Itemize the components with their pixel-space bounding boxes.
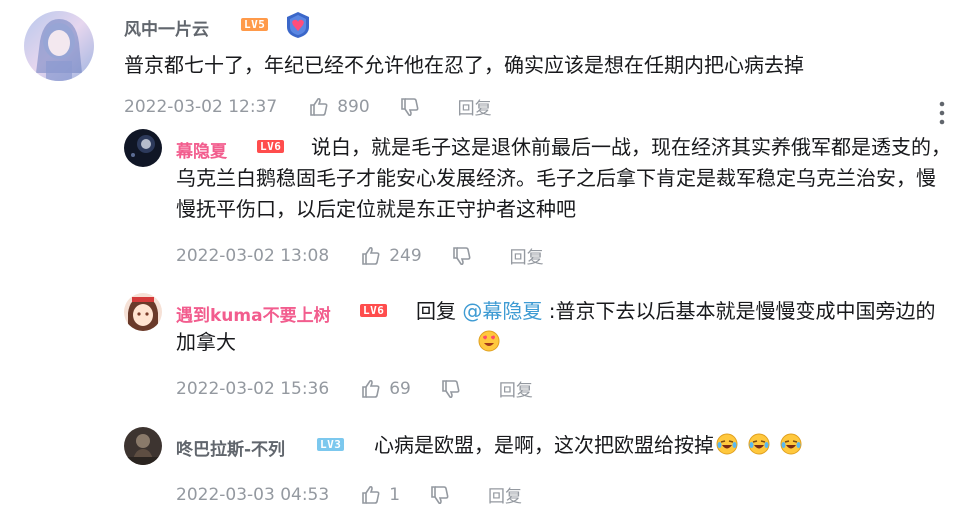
like-button[interactable]: 69 xyxy=(361,379,411,399)
fan-medal-icon xyxy=(285,11,311,39)
reply-text: 心病是欧盟，是啊，这次把欧盟给按掉 xyxy=(374,430,802,461)
reply-text-content: 心病是欧盟，是啊，这次把欧盟给按掉 xyxy=(374,433,714,457)
timestamp: 2022-03-02 15:36 xyxy=(176,378,330,399)
reply-username[interactable]: 咚巴拉斯-不列 xyxy=(176,435,285,460)
thumbs-up-icon xyxy=(362,485,380,504)
thumbs-down-icon xyxy=(452,246,471,265)
thumbs-up-icon xyxy=(362,379,380,398)
like-count: 890 xyxy=(337,96,370,117)
reply-button[interactable]: 回复 xyxy=(499,376,533,401)
timestamp: 2022-03-02 12:37 xyxy=(124,96,278,117)
thumbs-down-icon xyxy=(400,97,419,116)
thumbs-up-icon xyxy=(310,97,328,116)
laughing-crying-emoji-icon xyxy=(716,433,738,455)
laughing-crying-emoji-icon xyxy=(780,433,802,455)
thumbs-down-icon xyxy=(442,379,460,398)
level-badge: LV5 xyxy=(241,18,269,31)
timestamp: 2022-03-02 13:08 xyxy=(176,245,330,266)
avatar[interactable] xyxy=(24,11,94,81)
avatar[interactable] xyxy=(124,427,162,465)
reply-prefix: 回复 xyxy=(416,299,463,323)
dislike-button[interactable] xyxy=(452,246,480,266)
laughing-crying-emoji-icon xyxy=(748,433,770,455)
comment-meta: 2022-03-02 12:37 890 回复 xyxy=(124,94,492,120)
comment-text: 普京都七十了，年纪已经不允许他在忍了，确实应该是想在任期内把心病去掉 xyxy=(124,53,804,77)
thumbs-up-icon xyxy=(362,246,380,265)
reply-text: 回复 @幕隐夏 :普京下去以后基本就是慢慢变成中国旁边的加拿大 xyxy=(176,296,954,358)
timestamp: 2022-03-03 04:53 xyxy=(176,484,330,505)
reply-button[interactable]: 回复 xyxy=(458,94,492,119)
like-count: 69 xyxy=(389,378,411,399)
mention-link[interactable]: @幕隐夏 xyxy=(462,299,542,323)
like-count: 1 xyxy=(389,484,401,505)
reply-text: 说白，就是毛子这是退休前最后一战，现在经济其实养俄军都是透支的，乌克兰白鹅稳固毛… xyxy=(176,132,954,225)
reply-meta: 2022-03-02 13:08 249 回复 xyxy=(176,243,544,269)
like-button[interactable]: 890 xyxy=(309,96,370,117)
dislike-button[interactable] xyxy=(441,379,469,399)
reply-text-content: :普京下去以后基本就是慢慢变成中国旁边的加拿大 xyxy=(176,299,936,354)
dislike-button[interactable] xyxy=(430,485,458,505)
like-button[interactable]: 1 xyxy=(361,485,400,505)
avatar[interactable] xyxy=(124,129,162,167)
reply-meta: 2022-03-02 15:36 69 回复 xyxy=(176,376,533,402)
reply-button[interactable]: 回复 xyxy=(510,243,544,268)
reply-text-content: 说白，就是毛子这是退休前最后一战，现在经济其实养俄军都是透支的，乌克兰白鹅稳固毛… xyxy=(176,135,951,221)
avatar[interactable] xyxy=(124,293,162,331)
like-count: 249 xyxy=(389,245,422,266)
heart-eyes-emoji-icon xyxy=(238,330,500,352)
more-options-icon[interactable] xyxy=(936,100,948,126)
thumbs-down-icon xyxy=(431,485,449,504)
reply-button[interactable]: 回复 xyxy=(488,482,522,507)
like-button[interactable]: 249 xyxy=(361,245,422,266)
level-badge: LV3 xyxy=(317,438,345,451)
dislike-button[interactable] xyxy=(400,97,428,117)
reply-meta: 2022-03-03 04:53 1 回复 xyxy=(176,482,522,508)
comment-username[interactable]: 风中一片云 xyxy=(124,15,209,40)
